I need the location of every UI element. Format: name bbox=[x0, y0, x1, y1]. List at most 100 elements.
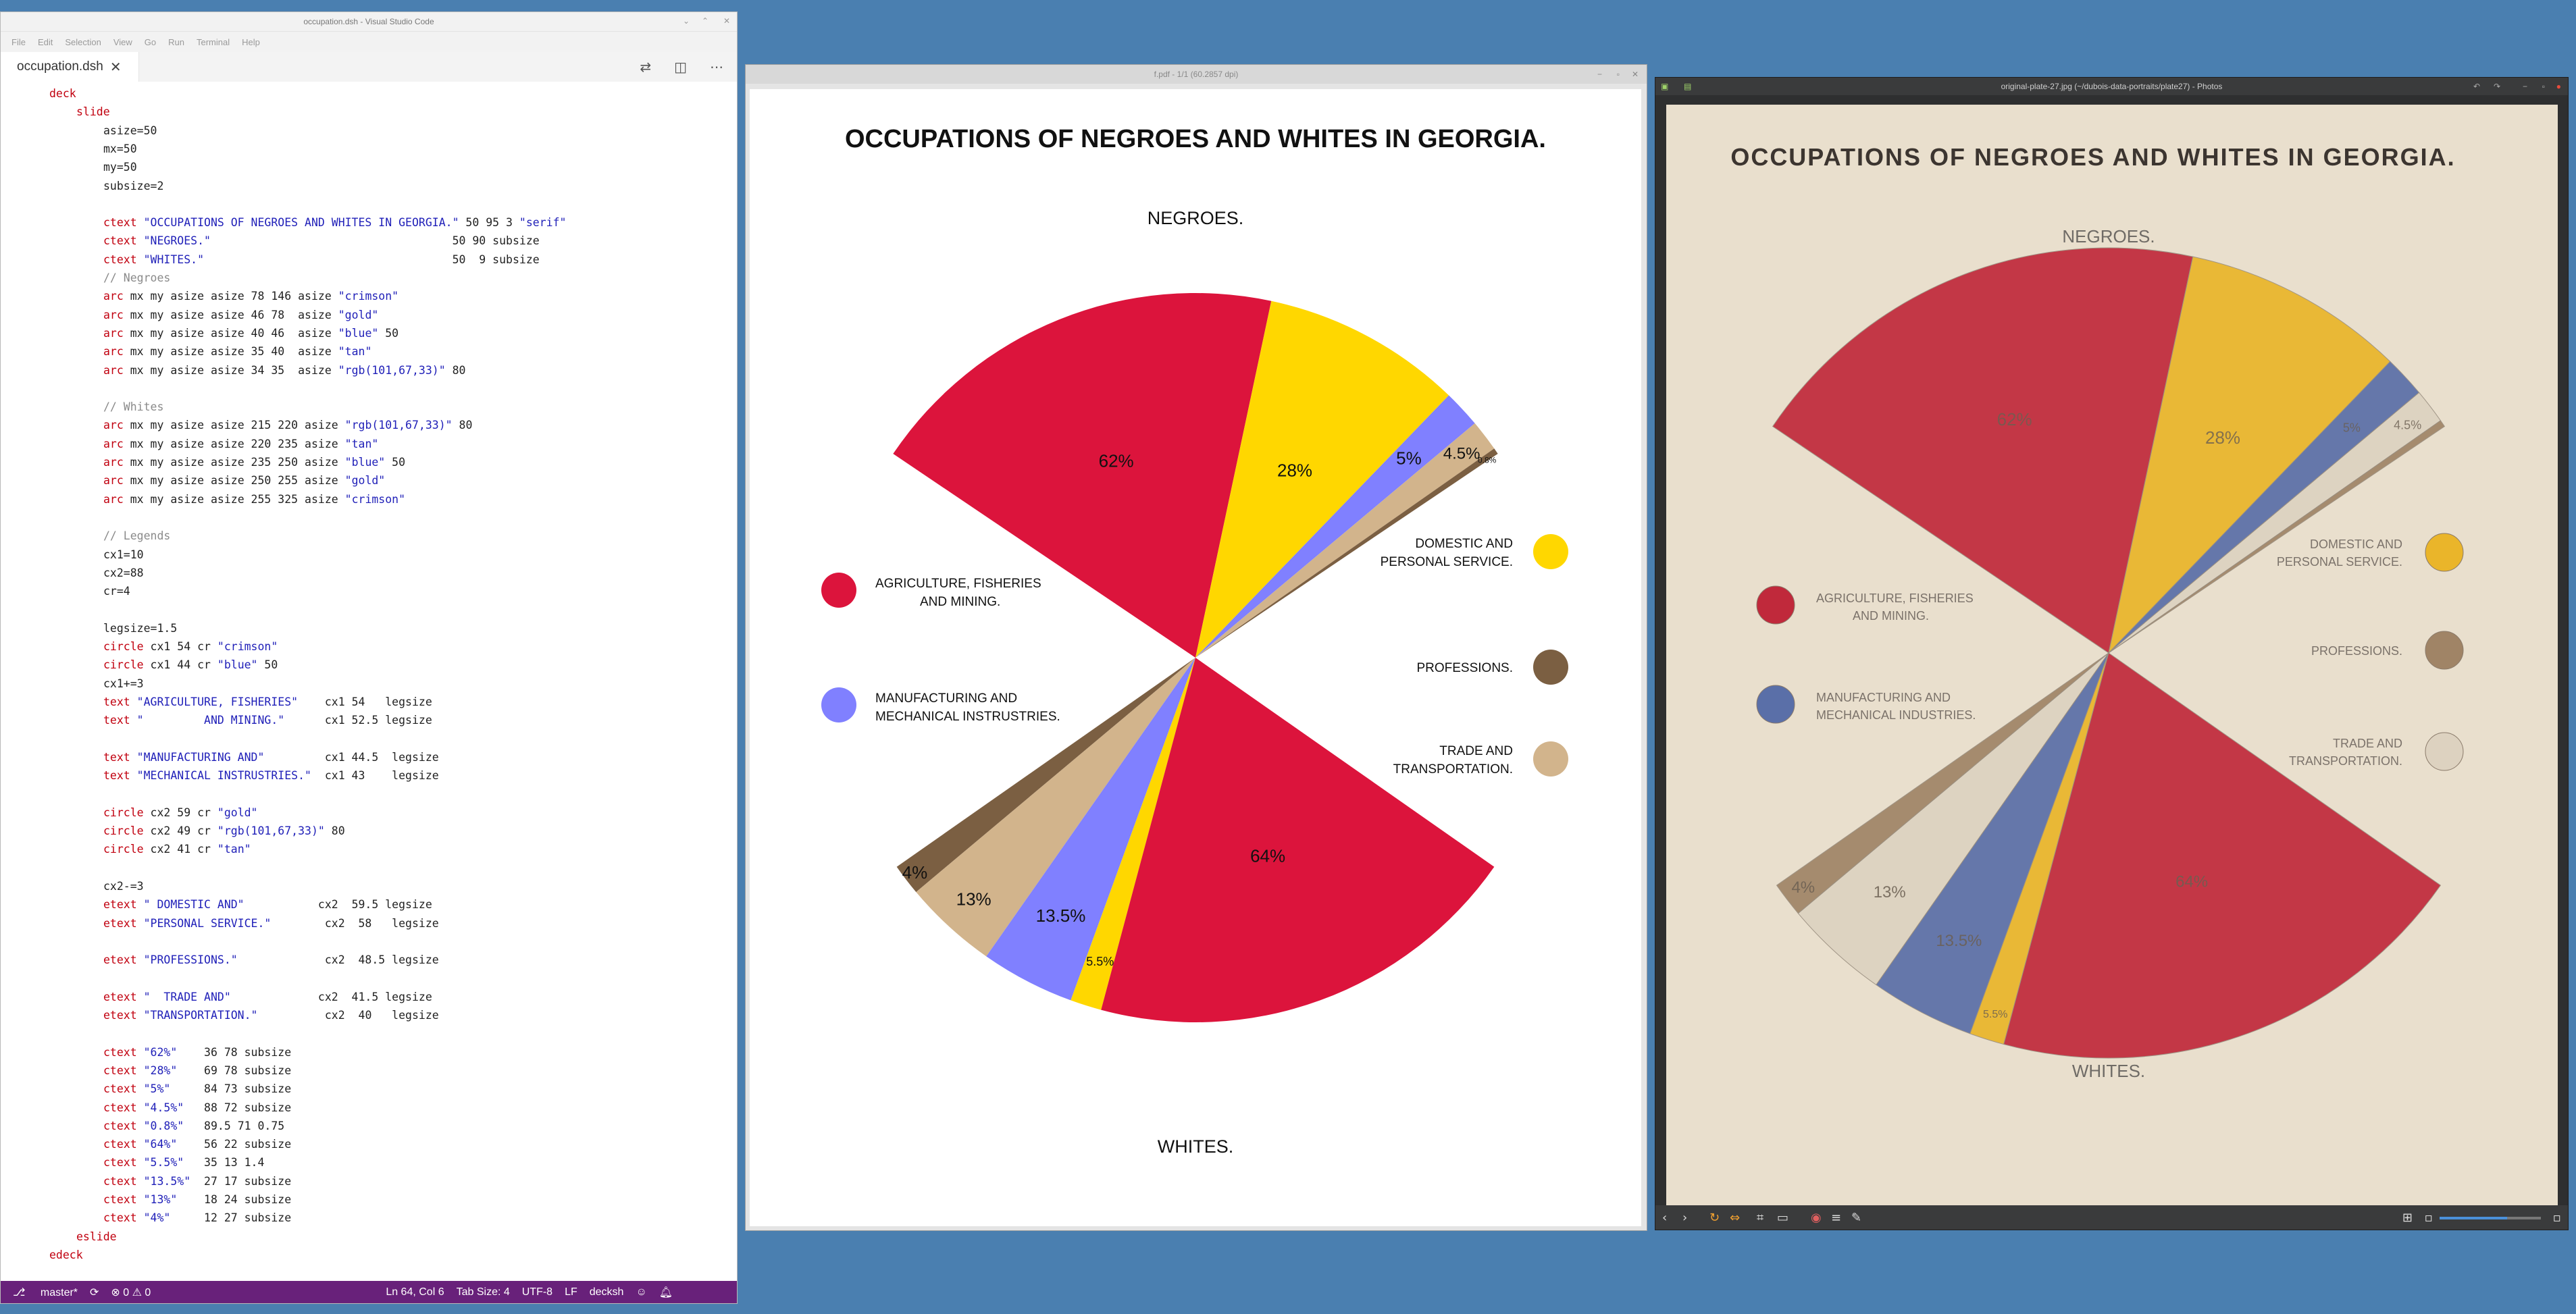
code-token: "PROFESSIONS." bbox=[143, 953, 238, 967]
code-token: cx2 59 cr bbox=[150, 806, 217, 819]
code-line: edeck bbox=[49, 1246, 83, 1264]
cursor-position[interactable]: Ln 64, Col 6 bbox=[386, 1286, 444, 1298]
maximize-icon[interactable]: ▫ bbox=[1617, 65, 1620, 84]
open-changes-icon[interactable]: ⇄ bbox=[640, 59, 651, 75]
bell-icon[interactable]: 🔔︎ bbox=[659, 1286, 673, 1299]
undo-icon[interactable]: ↶ bbox=[2473, 78, 2480, 95]
photo-legend-label: PERSONAL SERVICE. bbox=[2277, 555, 2402, 569]
encoding[interactable]: UTF-8 bbox=[522, 1286, 552, 1298]
code-line: ctext "NEGROES." 50 90 subsize bbox=[103, 232, 540, 250]
code-token: "blue" bbox=[338, 326, 379, 340]
next-icon[interactable]: › bbox=[1682, 1211, 1687, 1225]
tab-occupation-dsh[interactable]: occupation.dsh ✕ bbox=[1, 52, 139, 82]
code-line: circle cx1 54 cr "crimson" bbox=[103, 637, 278, 656]
code-token: cx1 54 legsize bbox=[298, 695, 432, 708]
menu-file[interactable]: File bbox=[11, 37, 26, 47]
zoom-out-icon[interactable]: ▫ bbox=[2425, 1211, 2433, 1225]
code-token: etext bbox=[103, 898, 144, 912]
minimize-icon[interactable]: − bbox=[2523, 78, 2527, 95]
end-of-line[interactable]: LF bbox=[565, 1286, 577, 1298]
image-icon[interactable]: ▭ bbox=[1777, 1211, 1788, 1225]
code-token: "rgb(101,67,33)" bbox=[338, 363, 446, 377]
fit-icon[interactable]: ⊞ bbox=[2402, 1211, 2413, 1225]
code-token: legsize=1.5 bbox=[103, 621, 178, 635]
code-line: arc mx my asize asize 220 235 asize "tan… bbox=[103, 435, 378, 453]
rotate-icon[interactable]: ↻ bbox=[1709, 1211, 1720, 1225]
code-line: ctext "WHITES." 50 9 subsize bbox=[103, 251, 540, 269]
code-token: arc bbox=[103, 419, 130, 432]
menu-go[interactable]: Go bbox=[145, 37, 156, 47]
code-token: 50 90 subsize bbox=[210, 234, 540, 248]
code-token: cx2 58 legsize bbox=[271, 916, 439, 930]
menu-view[interactable]: View bbox=[113, 37, 132, 47]
zoom-in-icon[interactable]: ▫ bbox=[2553, 1211, 2561, 1225]
code-token: ctext bbox=[103, 1138, 144, 1151]
code-token: cx1 43 legsize bbox=[311, 769, 439, 783]
minimize-icon[interactable]: ⌄ bbox=[683, 16, 690, 26]
code-token: "rgb(101,67,33)" bbox=[344, 419, 453, 432]
menu-help[interactable]: Help bbox=[242, 37, 260, 47]
code-token: "5%" bbox=[143, 1082, 171, 1096]
close-window-icon[interactable]: ● bbox=[2556, 78, 2561, 95]
zoom-slider[interactable] bbox=[2440, 1217, 2541, 1219]
minimize-icon[interactable]: − bbox=[1597, 65, 1602, 84]
crop-icon[interactable]: ⌗ bbox=[1757, 1211, 1763, 1225]
code-line: my=50 bbox=[103, 158, 137, 176]
code-token: "AGRICULTURE, FISHERIES" bbox=[136, 695, 299, 708]
code-token: 18 24 subsize bbox=[177, 1193, 292, 1206]
photos-window: ▣ ▤ original-plate-27.jpg (~/dubois-data… bbox=[1655, 77, 2569, 1230]
menu-terminal[interactable]: Terminal bbox=[197, 37, 230, 47]
flip-icon[interactable]: ⇔ bbox=[1730, 1211, 1740, 1225]
code-token: " AND MINING." bbox=[136, 714, 285, 727]
adjust-icon[interactable]: ≡ bbox=[1831, 1211, 1841, 1225]
close-window-icon[interactable]: ✕ bbox=[723, 16, 730, 26]
problems-count[interactable]: ⊗ 0 ⚠ 0 bbox=[111, 1286, 151, 1299]
code-token: "NEGROES." bbox=[143, 234, 211, 248]
slice-percent-label: 62% bbox=[1099, 451, 1134, 471]
close-window-icon[interactable]: ✕ bbox=[1632, 65, 1639, 84]
gallery-icon[interactable]: ▤ bbox=[1684, 78, 1691, 95]
maximize-icon[interactable]: ⌃ bbox=[702, 16, 709, 26]
code-token: arc bbox=[103, 456, 130, 469]
code-token: 50 95 3 bbox=[459, 216, 519, 230]
menu-run[interactable]: Run bbox=[168, 37, 184, 47]
split-editor-icon[interactable]: ◫ bbox=[674, 59, 687, 75]
tab-size[interactable]: Tab Size: 4 bbox=[457, 1286, 510, 1298]
code-token: "rgb(101,67,33)" bbox=[217, 824, 325, 837]
redeye-icon[interactable]: ◉ bbox=[1811, 1211, 1822, 1225]
code-token: text bbox=[103, 750, 137, 764]
code-token: "blue" bbox=[344, 456, 386, 469]
photo-percent-label: 13.5% bbox=[1936, 932, 1982, 950]
code-token: ctext bbox=[103, 1063, 144, 1077]
code-line: etext "PROFESSIONS." cx2 48.5 legsize bbox=[103, 951, 439, 969]
code-line: cx1+=3 bbox=[103, 675, 144, 693]
menu-edit[interactable]: Edit bbox=[38, 37, 53, 47]
sync-icon[interactable]: ⟳ bbox=[90, 1286, 99, 1299]
slice-percent-label: 64% bbox=[1250, 845, 1285, 866]
code-token: text bbox=[103, 714, 137, 727]
code-token: // Negroes bbox=[103, 271, 171, 284]
code-line: cr=4 bbox=[103, 582, 130, 600]
code-token: // Whites bbox=[103, 400, 164, 414]
menu-selection[interactable]: Selection bbox=[65, 37, 101, 47]
prev-icon[interactable]: ‹ bbox=[1662, 1211, 1667, 1225]
photo-percent-label: 5.5% bbox=[1983, 1009, 2007, 1020]
code-line: circle cx1 44 cr "blue" 50 bbox=[103, 656, 278, 674]
maximize-icon[interactable]: ▫ bbox=[2542, 78, 2545, 95]
code-token: "4.5%" bbox=[143, 1101, 184, 1114]
code-token: 36 78 subsize bbox=[177, 1045, 292, 1059]
code-token: "crimson" bbox=[344, 492, 406, 506]
more-actions-icon[interactable]: ⋯ bbox=[710, 59, 723, 75]
code-token: ctext bbox=[103, 216, 144, 230]
language-mode[interactable]: decksh bbox=[590, 1286, 624, 1298]
redo-icon[interactable]: ↷ bbox=[2494, 78, 2500, 95]
code-editor[interactable]: deck slide asize=50 mx=50 my=50 subsize=2 ctex… bbox=[1, 82, 737, 1281]
feedback-icon[interactable]: ☺ bbox=[636, 1286, 646, 1298]
close-icon[interactable]: ✕ bbox=[110, 59, 122, 76]
code-token: 80 bbox=[452, 419, 473, 432]
git-branch[interactable]: ⎇ master* bbox=[13, 1286, 78, 1299]
code-line: arc mx my asize asize 46 78 asize "gold" bbox=[103, 306, 378, 324]
edit-icon[interactable]: ✎ bbox=[1851, 1211, 1861, 1225]
code-token: subsize=2 bbox=[103, 179, 164, 192]
code-token: 89.5 71 0.75 bbox=[184, 1119, 285, 1132]
